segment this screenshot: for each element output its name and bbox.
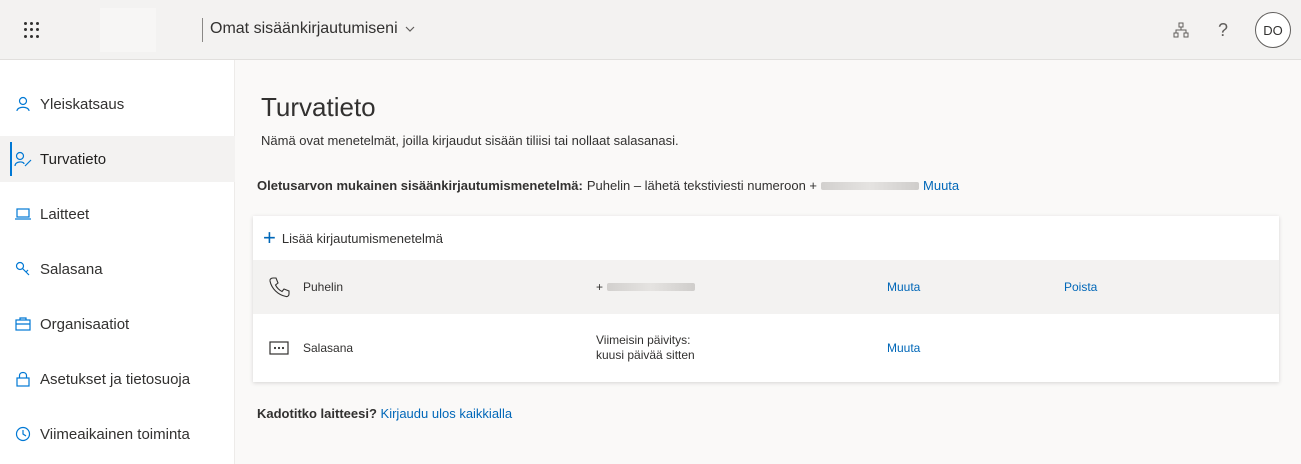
history-icon — [14, 425, 32, 443]
key-icon — [14, 260, 32, 278]
sign-out-everywhere-link[interactable]: Kirjaudu ulos kaikkialla — [381, 406, 513, 421]
sidebar-item-security-info[interactable]: Turvatieto — [0, 136, 235, 182]
method-detail: + — [596, 280, 699, 295]
app-title: Omat sisäänkirjautumiseni — [210, 20, 398, 37]
organization-logo — [100, 8, 156, 52]
lost-device-question: Kadotitko laitteesi? — [257, 406, 377, 421]
sidebar-item-label: Viimeaikainen toiminta — [40, 425, 190, 443]
avatar[interactable]: DO — [1255, 12, 1291, 48]
lost-device-line: Kadotitko laitteesi? Kirjaudu ulos kaikk… — [257, 406, 512, 421]
redacted-phone-number — [607, 283, 696, 291]
sidebar-item-label: Turvatieto — [40, 150, 107, 168]
delete-phone-link[interactable]: Poista — [1064, 280, 1097, 294]
sidebar-item-settings-privacy[interactable]: Asetukset ja tietosuoja — [0, 356, 235, 402]
avatar-initials: DO — [1263, 22, 1283, 38]
redacted-phone-number — [821, 181, 920, 190]
main-content: Turvatieto Nämä ovat menetelmät, joilla … — [235, 60, 1301, 464]
default-method-label: Oletusarvon mukainen sisäänkirjautumisme… — [257, 178, 583, 193]
sidebar-item-label: Salasana — [40, 260, 103, 278]
help-glyph: ? — [1217, 19, 1228, 40]
top-bar: Omat sisäänkirjautumiseni ? DO — [0, 0, 1301, 60]
password-updated-label: Viimeisin päivitys: — [596, 333, 691, 347]
change-phone-link[interactable]: Muuta — [887, 280, 920, 294]
method-row-phone: Puhelin + Muuta Poista — [253, 260, 1279, 314]
method-name: Puhelin — [303, 280, 344, 294]
plus-icon: + — [263, 225, 276, 250]
security-methods-card: + Lisää kirjautumismenetelmä Puhelin + M… — [253, 216, 1279, 382]
sidebar-item-overview[interactable]: Yleiskatsaus — [0, 81, 235, 127]
laptop-icon — [14, 205, 32, 223]
method-row-password: Salasana Viimeisin päivitys: kuusi päivä… — [253, 314, 1279, 382]
sidebar-item-password[interactable]: Salasana — [0, 246, 235, 292]
security-info-icon — [14, 150, 32, 168]
phone-icon — [267, 275, 291, 299]
method-detail: Viimeisin päivitys: kuusi päivää sitten — [596, 333, 695, 363]
sidebar-item-recent-activity[interactable]: Viimeaikainen toiminta — [0, 411, 235, 457]
add-method-button[interactable]: + Lisää kirjautumismenetelmä — [253, 216, 1279, 260]
change-default-method-link[interactable]: Muuta — [923, 178, 959, 193]
change-password-link[interactable]: Muuta — [887, 341, 920, 355]
default-method-value: Puhelin – lähetä tekstiviesti numeroon + — [586, 178, 818, 193]
method-name: Salasana — [303, 341, 354, 355]
sidebar-item-label: Yleiskatsaus — [40, 95, 125, 113]
chevron-down-icon — [405, 26, 415, 32]
default-method-line: Oletusarvon mukainen sisäänkirjautumisme… — [257, 178, 959, 193]
add-method-label: Lisää kirjautumismenetelmä — [281, 230, 443, 246]
phone-prefix: + — [596, 279, 604, 294]
header-actions: ? DO — [1171, 12, 1291, 48]
page-title: Turvatieto — [261, 92, 376, 122]
password-updated-value: kuusi päivää sitten — [596, 348, 695, 362]
lock-icon — [14, 370, 32, 388]
sidebar: Yleiskatsaus Turvatieto Laitteet Salasan… — [0, 60, 235, 464]
help-icon[interactable]: ? — [1213, 20, 1233, 40]
sidebar-item-label: Asetukset ja tietosuoja — [40, 370, 191, 388]
sidebar-item-devices[interactable]: Laitteet — [0, 191, 235, 237]
person-icon — [14, 95, 32, 113]
page-subtitle: Nämä ovat menetelmät, joilla kirjaudut s… — [261, 133, 679, 148]
sidebar-item-label: Laitteet — [40, 205, 90, 223]
app-title-dropdown[interactable]: Omat sisäänkirjautumiseni — [210, 20, 416, 38]
organization-chart-icon[interactable] — [1171, 20, 1191, 40]
sidebar-item-label: Organisaatiot — [40, 315, 130, 333]
app-launcher-icon[interactable] — [18, 18, 42, 42]
sidebar-item-organizations[interactable]: Organisaatiot — [0, 301, 235, 347]
header-divider — [202, 18, 203, 42]
briefcase-icon — [14, 315, 32, 333]
password-icon — [267, 336, 291, 360]
